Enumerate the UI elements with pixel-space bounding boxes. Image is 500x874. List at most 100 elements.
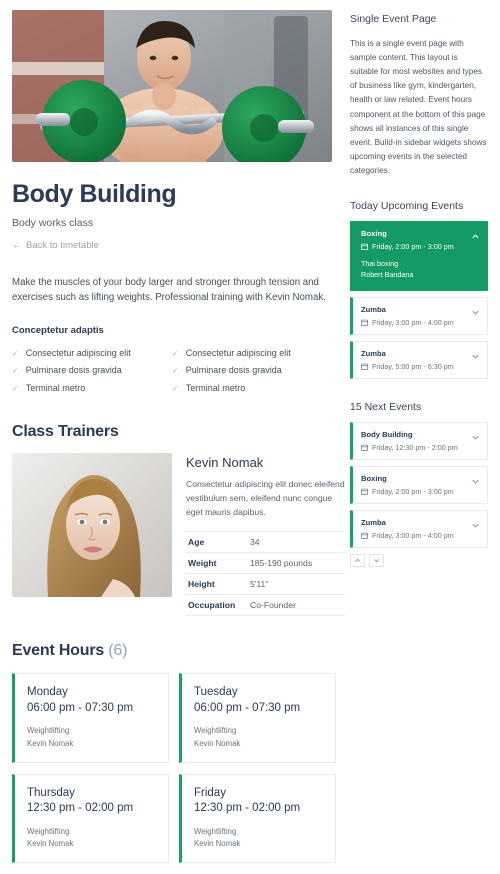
spec-value: 185-190 pounds xyxy=(250,558,313,569)
event-time-row: Friday, 3:00 pm - 4:00 pm xyxy=(361,318,479,327)
event-name: Zumba xyxy=(361,304,386,314)
today-events-list: Boxing Friday, 2:00 pm - 3:00 pm Thai bo… xyxy=(350,221,488,379)
event-subtitle: Body works class xyxy=(12,217,94,229)
event-name: Boxing xyxy=(361,473,387,483)
event-time-row: Friday, 5:00 pm - 6:30 pm xyxy=(361,362,479,371)
event-hour-card: Friday 12:30 pm - 02:00 pm Weightlifting… xyxy=(179,773,336,863)
next-event-item-zumba[interactable]: Zumba Friday, 3:00 pm - 4:00 pm xyxy=(350,509,488,548)
event-hour-card: Thursday 12:30 pm - 02:00 pm Weightlifti… xyxy=(12,773,169,863)
next-event-item-boxing[interactable]: Boxing Friday, 2:00 pm - 3:00 pm xyxy=(350,465,488,504)
single-event-page: Body Building Body works class ← Back to… xyxy=(0,0,500,874)
event-time: Friday, 2:00 pm - 3:00 pm xyxy=(372,242,454,252)
pagination-prev-button[interactable] xyxy=(350,553,365,567)
event-details: Thai boxing Robert Bandana xyxy=(361,259,479,281)
chevron-down-icon[interactable] xyxy=(471,477,480,486)
today-events-heading: Today Upcoming Events xyxy=(350,200,464,213)
event-hours-count: (6) xyxy=(108,642,128,660)
next-events-heading: 15 Next Events xyxy=(350,400,422,413)
table-row: Weight 185-190 pounds xyxy=(186,553,345,574)
next-event-item-body-building[interactable]: Body Building Friday, 12:30 pm - 2:00 pm xyxy=(350,421,488,460)
next-events-list: Body Building Friday, 12:30 pm - 2:00 pm… xyxy=(350,421,488,548)
check-icon: ✓ xyxy=(172,348,179,358)
check-icon: ✓ xyxy=(12,383,19,393)
event-hour-time: 12:30 pm - 02:00 pm xyxy=(194,802,301,815)
event-hours-heading: Event Hours (6) xyxy=(12,642,345,660)
event-hour-time: 06:00 pm - 07:30 pm xyxy=(194,701,301,714)
trainer-photo xyxy=(12,453,172,598)
feature-label: Consectetur adipiscing elit xyxy=(25,347,131,358)
event-hour-meta: Weightlifting Kevin Nomak xyxy=(27,826,156,850)
event-hour-trainer: Kevin Nomak xyxy=(194,838,241,848)
feature-label: Pulminare dosis gravida xyxy=(185,365,282,376)
event-list-item-zumba-1[interactable]: Zumba Friday, 3:00 pm - 4:00 pm xyxy=(350,296,488,335)
event-detail-trainer: Robert Bandana xyxy=(361,269,414,279)
event-hour-day: Tuesday xyxy=(194,686,238,699)
arrow-left-icon: ← xyxy=(12,239,22,251)
event-hour-class: Weightlifting xyxy=(27,826,70,836)
event-time: Friday, 2:00 pm - 3:00 pm xyxy=(372,486,454,496)
table-row: Height 5'11" xyxy=(186,574,345,595)
features-list: ✓ Consectetur adipiscing elit ✓ Pulminar… xyxy=(12,345,345,398)
event-hour-day: Friday xyxy=(194,786,226,799)
spec-value: 34 xyxy=(250,537,260,548)
calendar-icon xyxy=(361,319,368,326)
event-description: Make the muscles of your body larger and… xyxy=(12,276,326,303)
event-hour-class: Weightlifting xyxy=(194,726,237,736)
events-pagination xyxy=(350,553,488,567)
event-detail-class: Thai boxing xyxy=(361,259,399,269)
event-hour-class: Weightlifting xyxy=(27,726,70,736)
event-name: Zumba xyxy=(361,348,386,358)
table-row: Occupation Co-Founder xyxy=(186,595,345,616)
sidebar: Single Event Page This is a single event… xyxy=(345,0,500,874)
event-time: Friday, 12:30 pm - 2:00 pm xyxy=(372,442,458,452)
trainer-specs-table: Age 34 Weight 185-190 pounds Height 5'11… xyxy=(186,531,345,616)
back-to-timetable-label: Back to timetable xyxy=(26,240,99,251)
pagination-next-button[interactable] xyxy=(369,553,384,567)
trainer-bio: Consectetur adipiscing elit donec eleife… xyxy=(186,479,345,517)
check-icon: ✓ xyxy=(12,366,19,376)
calendar-icon xyxy=(361,532,368,539)
feature-item: ✓ Terminal metro xyxy=(172,380,332,398)
chevron-up-icon xyxy=(355,558,360,562)
chevron-down-icon[interactable] xyxy=(471,433,480,442)
spec-key: Weight xyxy=(188,558,217,569)
chevron-down-icon[interactable] xyxy=(471,308,480,317)
chevron-down-icon[interactable] xyxy=(471,521,480,530)
event-hour-meta: Weightlifting Kevin Nomak xyxy=(194,725,323,749)
spec-value: 5'11" xyxy=(250,579,269,590)
chevron-down-icon xyxy=(374,558,379,562)
event-hour-time: 12:30 pm - 02:00 pm xyxy=(27,802,134,815)
trainer-block: Kevin Nomak Consectetur adipiscing elit … xyxy=(12,453,345,616)
event-hours-label: Event Hours xyxy=(12,642,105,660)
event-hour-class: Weightlifting xyxy=(194,826,237,836)
feature-label: Terminal metro xyxy=(25,382,86,393)
event-hour-time: 06:00 pm - 07:30 pm xyxy=(27,701,134,714)
class-trainers-heading: Class Trainers xyxy=(12,423,119,441)
event-name: Body Building xyxy=(361,429,413,439)
feature-item: ✓ Pulminare dosis gravida xyxy=(172,362,332,380)
event-time: Friday, 3:00 pm - 4:00 pm xyxy=(372,530,454,540)
calendar-icon xyxy=(361,363,368,370)
sidebar-description: This is a single event page with sample … xyxy=(350,39,487,175)
spec-key: Height xyxy=(188,579,215,590)
event-hour-meta: Weightlifting Kevin Nomak xyxy=(27,725,156,749)
check-icon: ✓ xyxy=(172,366,179,376)
feature-label: Terminal metro xyxy=(185,382,246,393)
feature-item: ✓ Terminal metro xyxy=(12,380,172,398)
event-hour-day: Monday xyxy=(27,686,68,699)
calendar-icon xyxy=(361,488,368,495)
event-time-row: Friday, 2:00 pm - 3:00 pm xyxy=(361,242,479,251)
event-name: Boxing xyxy=(361,229,387,239)
event-hour-card: Tuesday 06:00 pm - 07:30 pm Weightliftin… xyxy=(179,673,336,763)
event-list-item-zumba-2[interactable]: Zumba Friday, 5:00 pm - 6:30 pm xyxy=(350,340,488,379)
chevron-up-icon[interactable] xyxy=(471,232,480,241)
spec-key: Age xyxy=(188,537,205,548)
feature-item: ✓ Consectetur adipiscing elit xyxy=(172,345,332,363)
spec-value: Co-Founder xyxy=(250,600,296,611)
event-list-item-boxing[interactable]: Boxing Friday, 2:00 pm - 3:00 pm Thai bo… xyxy=(350,221,488,291)
event-time-row: Friday, 3:00 pm - 4:00 pm xyxy=(361,531,479,540)
event-hour-trainer: Kevin Nomak xyxy=(27,838,74,848)
feature-label: Pulminare dosis gravida xyxy=(25,365,122,376)
chevron-down-icon[interactable] xyxy=(471,352,480,361)
back-to-timetable-link[interactable]: ← Back to timetable xyxy=(12,240,99,251)
